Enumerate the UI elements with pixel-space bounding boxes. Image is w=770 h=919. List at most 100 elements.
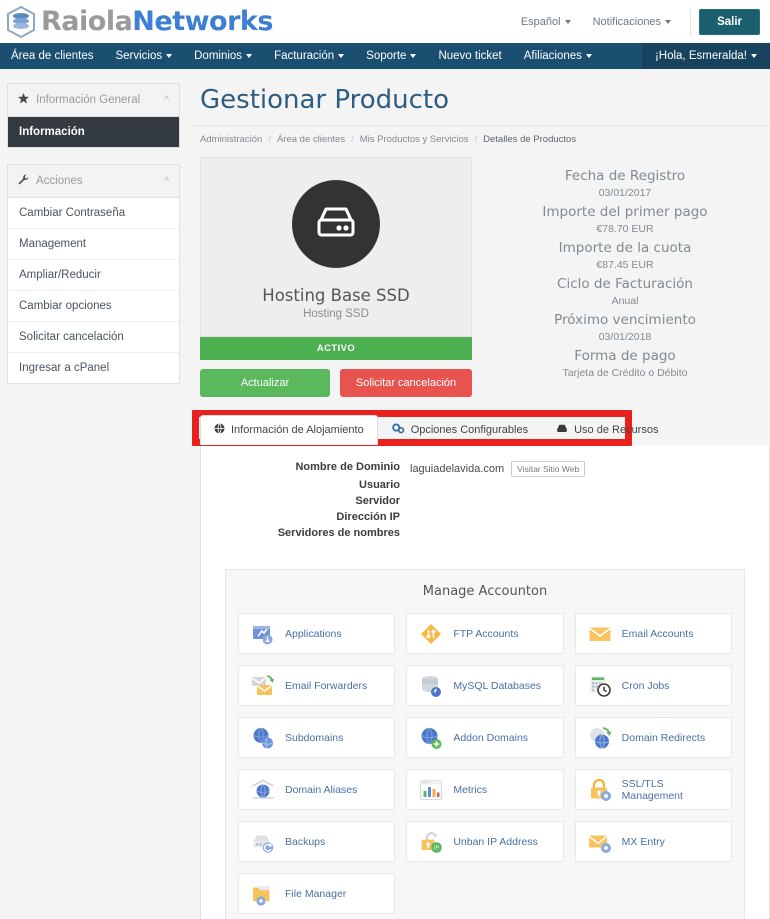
sidebar-panel-informacion-general: Información General ^ Información (7, 83, 180, 148)
cpanel-manage-account-box: Manage Accounton Applications FTP Accoun… (225, 569, 745, 919)
sidebar-item-management[interactable]: Management (8, 229, 179, 260)
sidebar-panel-title: Información General (36, 94, 140, 106)
billing-value-cuota: €87.45 EUR (480, 259, 770, 271)
top-bar: RaiolaNetworks Español Notificaciones Sa… (0, 0, 770, 43)
tab-uso-de-recursos[interactable]: Uso de Recursos (542, 415, 672, 445)
billing-value-forma-pago: Tarjeta de Crédito o Débito (480, 367, 770, 379)
tab-opciones-configurables[interactable]: Opciones Configurables (378, 415, 542, 445)
email-forward-icon (251, 674, 275, 698)
server-disk-icon (292, 180, 380, 268)
cpanel-item-cron-jobs[interactable]: Cron Jobs (575, 665, 732, 706)
billing-label-ciclo: Ciclo de Facturación (480, 276, 770, 292)
notifications-menu[interactable]: Notificaciones (582, 16, 682, 28)
tab-label: Opciones Configurables (411, 424, 528, 436)
sidebar-panel-header[interactable]: Información General ^ (8, 84, 179, 117)
cpanel-item-unban-ip-address[interactable]: IP Unban IP Address (406, 821, 563, 862)
billing-value-registro: 03/01/2017 (480, 187, 770, 199)
chevron-up-icon: ^ (164, 176, 169, 187)
hosting-details-list: Nombre de Dominio laguiadelavida.com Vis… (215, 461, 755, 541)
star-icon (18, 93, 29, 107)
cron-clock-icon (588, 674, 612, 698)
sidebar-item-solicitar-cancelacion[interactable]: Solicitar cancelación (8, 322, 179, 353)
sidebar-item-cambiar-contrasena[interactable]: Cambiar Contraseña (8, 198, 179, 229)
cpanel-item-label: Subdomains (285, 732, 343, 744)
cpanel-item-addon-domains[interactable]: Addon Domains (406, 717, 563, 758)
nav-item-soporte[interactable]: Soporte (355, 43, 427, 69)
billing-label-vencimiento: Próximo vencimiento (480, 312, 770, 328)
breadcrumb-item-1[interactable]: Área de clientes (277, 134, 345, 145)
cpanel-item-email-forwarders[interactable]: Email Forwarders (238, 665, 395, 706)
product-card: Hosting Base SSD Hosting SSD ACTIVO Actu… (200, 157, 472, 397)
nav-label: Soporte (366, 50, 406, 62)
update-button[interactable]: Actualizar (200, 369, 330, 397)
visit-website-button[interactable]: Visitar Sitio Web (511, 461, 585, 477)
tab-informacion-de-alojamiento[interactable]: Información de Alojamiento (200, 415, 378, 445)
cpanel-item-domain-aliases[interactable]: Domain Aliases (238, 769, 395, 810)
logout-button[interactable]: Salir (699, 9, 760, 35)
nav-item-dominios[interactable]: Dominios (183, 43, 263, 69)
breadcrumb-item-0[interactable]: Administración (200, 134, 262, 145)
page-title: Gestionar Producto (192, 69, 770, 125)
detail-row-direccion-ip: Dirección IP (215, 511, 755, 525)
request-cancellation-button[interactable]: Solicitar cancelación (340, 369, 472, 397)
nav-item-servicios[interactable]: Servicios (104, 43, 183, 69)
cpanel-item-file-manager[interactable]: File Manager (238, 873, 395, 914)
cpanel-item-label: Metrics (453, 784, 487, 796)
language-selector[interactable]: Español (510, 16, 582, 28)
subdomain-globe-icon (251, 726, 275, 750)
billing-label-registro: Fecha de Registro (480, 168, 770, 184)
cpanel-icon-grid: Applications FTP Accounts Email Accounts… (238, 613, 732, 914)
detail-term: Servidores de nombres (215, 527, 410, 539)
nav-label: Servicios (115, 50, 162, 62)
cpanel-item-label: Backups (285, 836, 325, 848)
billing-value-ciclo: Anual (480, 295, 770, 307)
detail-term: Nombre de Dominio (215, 461, 410, 473)
cpanel-item-applications[interactable]: Applications (238, 613, 395, 654)
sidebar-panel-header[interactable]: Acciones ^ (8, 165, 179, 198)
user-menu[interactable]: ¡Hola, Esmeralda! (642, 43, 770, 69)
cpanel-item-backups[interactable]: Backups (238, 821, 395, 862)
tabs-container: Información de Alojamiento Opciones Conf… (192, 415, 770, 445)
cpanel-item-mx-entry[interactable]: MX Entry (575, 821, 732, 862)
brand-logo[interactable]: RaiolaNetworks (0, 6, 273, 38)
nav-item-afiliaciones[interactable]: Afiliaciones (513, 43, 603, 69)
nav-item-nuevo-ticket[interactable]: Nuevo ticket (427, 43, 512, 69)
ssl-lock-icon (588, 778, 612, 802)
cpanel-item-label: Unban IP Address (453, 836, 537, 848)
main-content: Gestionar Producto Administración/ Área … (180, 69, 770, 919)
sidebar-item-ampliar-reducir[interactable]: Ampliar/Reducir (8, 260, 179, 291)
cpanel-item-email-accounts[interactable]: Email Accounts (575, 613, 732, 654)
globe-icon (214, 423, 225, 437)
cpanel-item-ssl-tls-management[interactable]: SSL/TLS Management (575, 769, 732, 810)
billing-label-forma-pago: Forma de pago (480, 348, 770, 364)
chevron-down-icon (410, 54, 416, 58)
user-greeting-label: ¡Hola, Esmeralda! (655, 50, 747, 62)
brand-name-part1: Raiola (41, 6, 132, 37)
backup-icon (251, 830, 275, 854)
nav-item-area-clientes[interactable]: Área de clientes (0, 43, 104, 69)
database-icon (419, 674, 443, 698)
chevron-down-icon (751, 54, 757, 58)
nav-label: Nuevo ticket (438, 50, 501, 62)
cpanel-item-subdomains[interactable]: Subdomains (238, 717, 395, 758)
sidebar-item-cambiar-opciones[interactable]: Cambiar opciones (8, 291, 179, 322)
cpanel-item-ftp-accounts[interactable]: FTP Accounts (406, 613, 563, 654)
product-subtitle: Hosting SSD (211, 308, 461, 320)
sidebar-item-informacion[interactable]: Información (8, 117, 179, 147)
billing-label-cuota: Importe de la cuota (480, 240, 770, 256)
sidebar: Información General ^ Información Accion… (0, 69, 180, 919)
language-label: Español (521, 16, 561, 28)
cpanel-item-mysql-databases[interactable]: MySQL Databases (406, 665, 563, 706)
addon-domain-icon (419, 726, 443, 750)
cpanel-item-domain-redirects[interactable]: Domain Redirects (575, 717, 732, 758)
cpanel-item-metrics[interactable]: Metrics (406, 769, 563, 810)
sidebar-panel-acciones: Acciones ^ Cambiar Contraseña Management… (7, 164, 180, 384)
breadcrumb-item-2[interactable]: Mis Productos y Servicios (360, 134, 469, 145)
nav-label: Dominios (194, 50, 242, 62)
sidebar-item-ingresar-cpanel[interactable]: Ingresar a cPanel (8, 353, 179, 383)
nav-item-facturacion[interactable]: Facturación (263, 43, 355, 69)
product-summary-row: Hosting Base SSD Hosting SSD ACTIVO Actu… (192, 145, 770, 397)
status-badge: ACTIVO (200, 337, 472, 360)
chevron-down-icon (586, 54, 592, 58)
hexagon-stack-icon (6, 6, 36, 38)
